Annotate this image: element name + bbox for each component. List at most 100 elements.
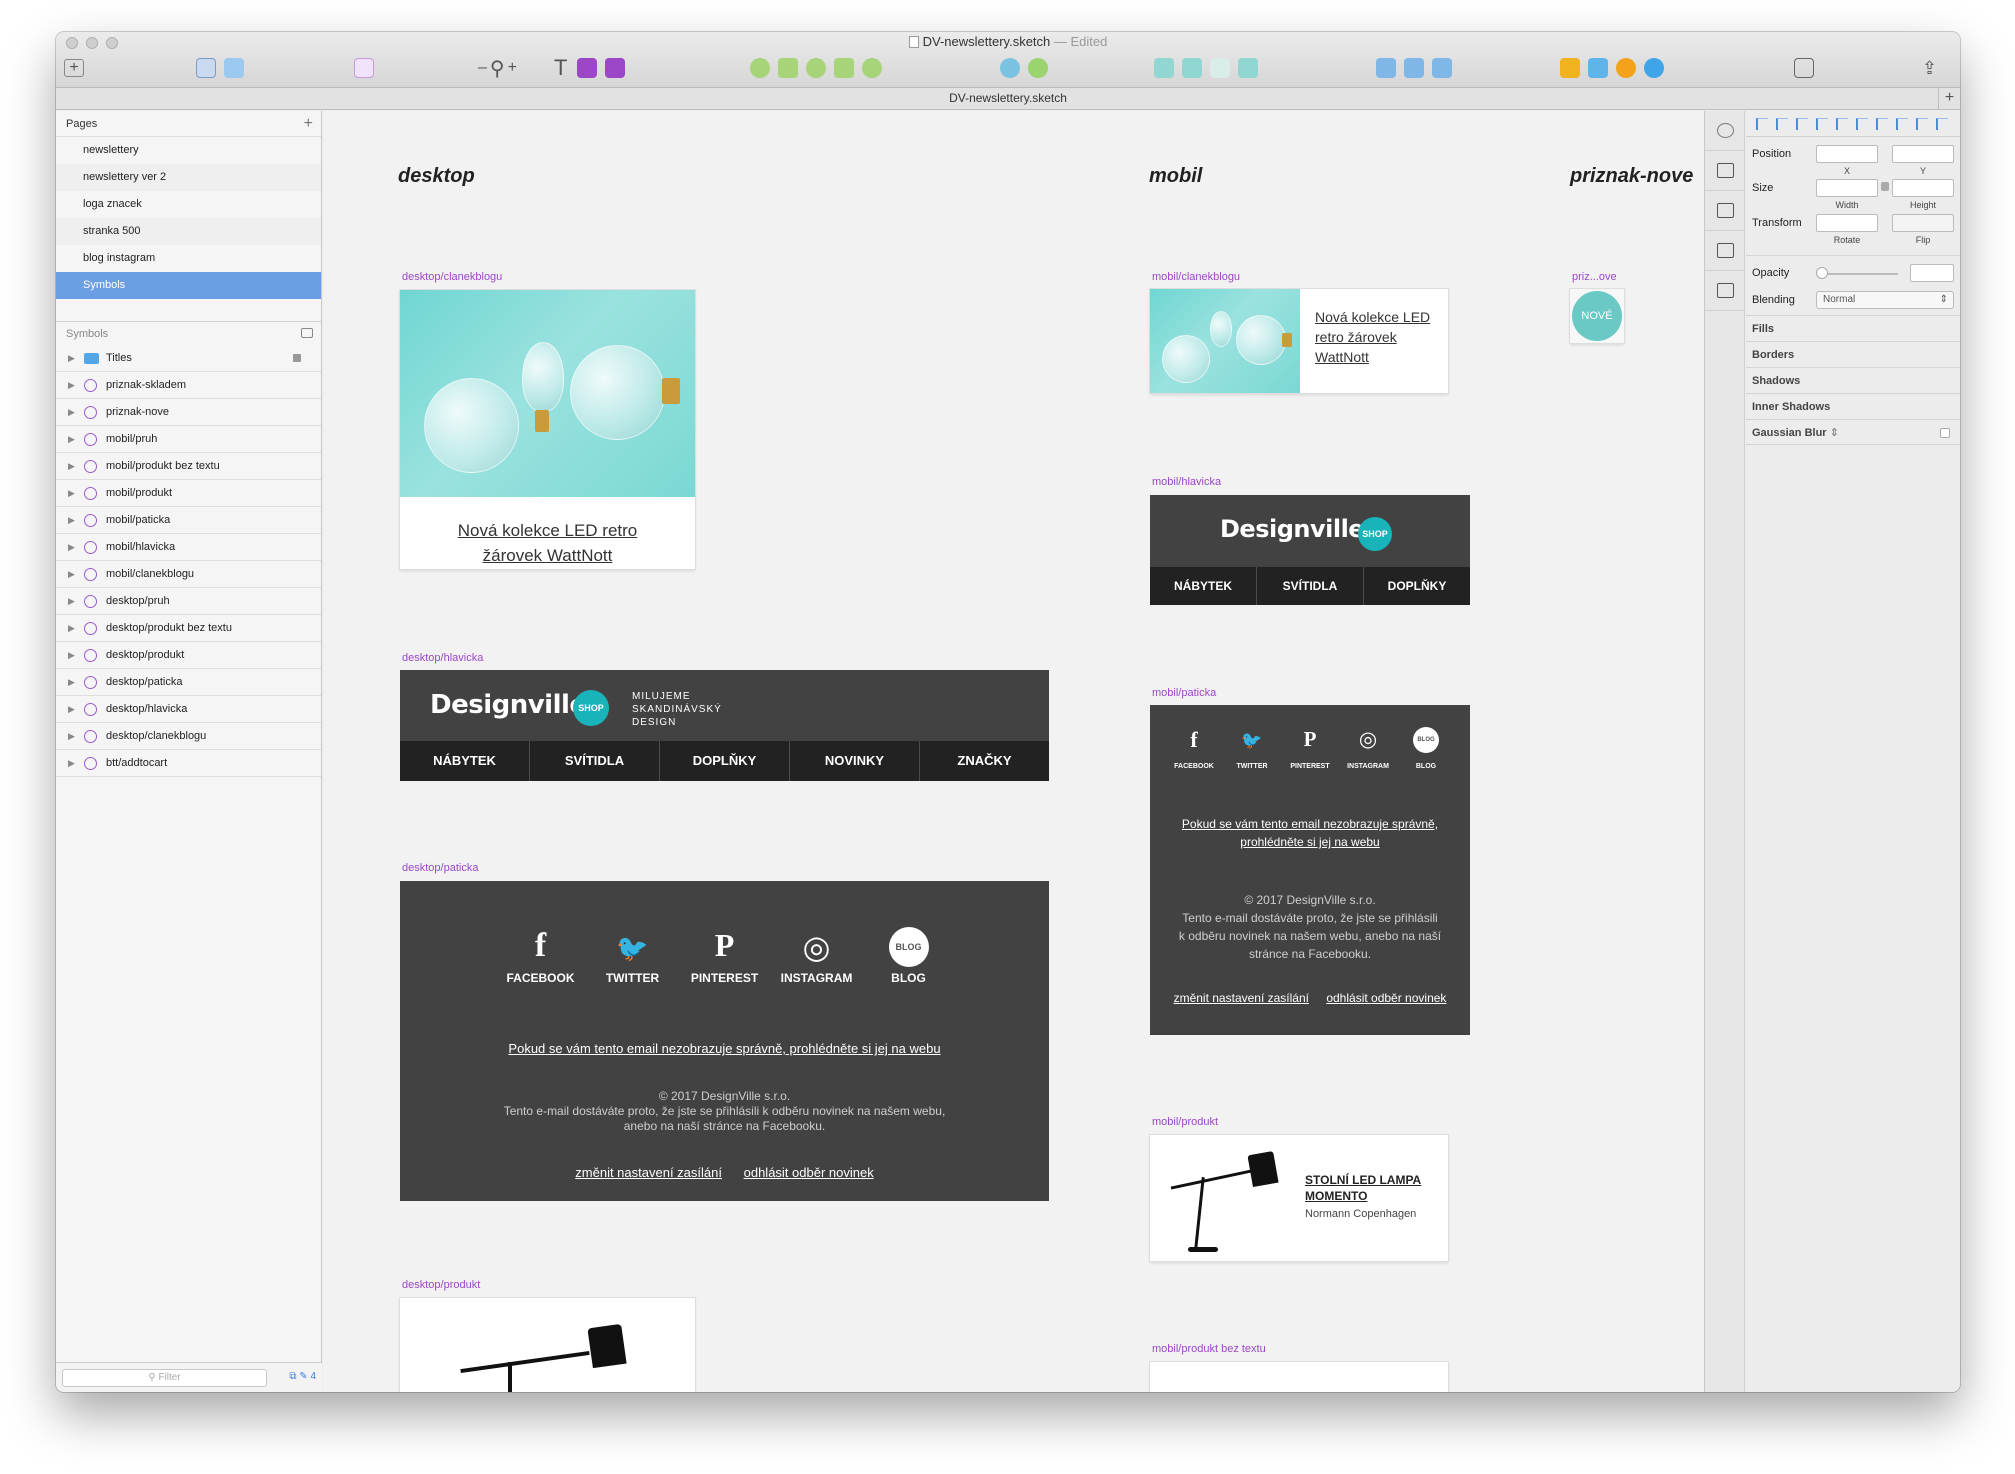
article-title[interactable]: Nová kolekce LED retro žárovek WattNott [1315,307,1439,367]
social-instagram[interactable]: ◎ INSTAGRAM [771,927,863,987]
settings-link[interactable]: změnit nastavení zasílání [575,1165,722,1180]
filter-count[interactable]: ⧉ ✎ 4 [289,1371,316,1382]
nav-item-nabytek[interactable]: NÁBYTEK [400,741,530,781]
social-pinterest[interactable]: P PINTEREST [679,927,771,987]
x-field[interactable] [1816,145,1878,163]
zoom-controls[interactable]: – ⚲ + [478,56,517,80]
social-facebook[interactable]: f FACEBOOK [495,927,587,987]
symbol-label[interactable]: mobil/paticka [1152,687,1216,699]
align-left-icon[interactable] [1756,117,1768,130]
layout-icon[interactable] [1588,58,1608,78]
opacity-knob[interactable] [1816,267,1828,279]
align-bottom-icon[interactable] [1856,117,1868,130]
mobile-blog-article-symbol[interactable]: Nová kolekce LED retro žárovek WattNott [1150,289,1448,393]
disclosure-icon[interactable]: ▶ [68,588,75,615]
mobile-footer-symbol[interactable]: f FACEBOOK 🐦 TWITTER P PINTEREST ◎ INSTAGRAM… [1150,705,1470,1035]
symbol-label[interactable]: mobil/produkt [1152,1116,1218,1128]
nav-item-doplnky[interactable]: DOPLŇKY [1364,567,1470,605]
mobile-product-no-text-symbol[interactable] [1150,1362,1448,1392]
layer-item[interactable]: ▶ priznak-nove [56,399,321,426]
mobile-product-symbol[interactable]: STOLNÍ LED LAMPA MOMENTO Normann Copenha… [1150,1135,1448,1261]
disclosure-icon[interactable]: ▶ [68,534,75,561]
blur-checkbox[interactable] [1940,428,1950,438]
unsubscribe-link[interactable]: odhlásit odběr novinek [1326,991,1446,1005]
symbol-label[interactable]: desktop/paticka [402,862,478,874]
disclosure-icon[interactable]: ▶ [68,372,75,399]
disclosure-icon[interactable]: ▶ [68,642,75,669]
disclosure-icon[interactable]: ▶ [68,426,75,453]
social-blog[interactable]: BLOG BLOG [1397,727,1455,773]
scale-icon[interactable] [1000,58,1020,78]
fills-section[interactable]: Fills [1746,315,1960,341]
badge-new-symbol[interactable]: NOVÉ [1570,289,1624,343]
layer-item[interactable]: ▶ priznak-skladem [56,372,321,399]
add-tab-button[interactable]: + [1938,88,1960,109]
forward-icon[interactable] [1376,58,1396,78]
shadows-section[interactable]: Shadows [1746,367,1960,393]
lock-icon[interactable] [293,354,301,362]
rotate-icon[interactable] [806,58,826,78]
nav-item-svitidla[interactable]: SVÍTIDLA [530,741,660,781]
align-center-icon[interactable] [1776,117,1788,130]
layer-item[interactable]: ▶ desktop/hlavicka [56,696,321,723]
rotate-field[interactable] [1816,214,1878,232]
page-item-symbols[interactable]: Symbols [56,272,321,299]
union-icon[interactable] [1154,58,1174,78]
nav-item-znacky[interactable]: ZNAČKY [920,741,1049,781]
sketch-mirror-icon[interactable] [1616,58,1636,78]
flatten-icon[interactable] [834,58,854,78]
disclosure-icon[interactable]: ▶ [68,750,75,777]
symbol-label[interactable]: desktop/hlavicka [402,652,483,664]
inspector-tool[interactable] [1705,231,1745,271]
height-field[interactable] [1892,179,1954,197]
settings-link[interactable]: změnit nastavení zasílání [1174,991,1309,1005]
page-item-newslettery[interactable]: newslettery [56,137,321,164]
social-blog[interactable]: BLOG BLOG [863,927,955,987]
distribute-h-icon[interactable] [1876,117,1888,130]
transform-icon[interactable] [778,58,798,78]
social-twitter[interactable]: 🐦 TWITTER [1223,727,1281,773]
text-style-icon[interactable] [577,58,598,78]
disclosure-icon[interactable]: ▶ [68,480,75,507]
social-facebook[interactable]: f FACEBOOK [1165,727,1223,773]
intersect-icon[interactable] [1210,58,1230,78]
social-pinterest[interactable]: P PINTEREST [1281,727,1339,773]
disclosure-icon[interactable]: ▶ [68,615,75,642]
layer-item[interactable]: ▶ desktop/paticka [56,669,321,696]
blending-select[interactable]: Normal ⇕ [1816,291,1954,309]
nav-item-svitidla[interactable]: SVÍTIDLA [1257,567,1364,605]
document-tab[interactable]: DV-newslettery.sketch + [56,88,1960,110]
desktop-product-symbol[interactable] [400,1298,695,1392]
align-top-icon[interactable] [1816,117,1828,130]
zoom-out-icon[interactable]: – [478,59,487,77]
spacing-icon[interactable] [1936,117,1948,130]
ungroup-icon[interactable] [224,58,244,78]
inner-shadows-section[interactable]: Inner Shadows [1746,393,1960,419]
mobile-header-symbol[interactable]: Designville SHOP NÁBYTEK SVÍTIDLA DOPLŇK… [1150,495,1470,605]
zoom-icon[interactable]: ⚲ [490,56,505,81]
create-symbol-icon[interactable] [354,58,374,78]
tidy-icon[interactable] [1916,117,1928,130]
chevron-updown-icon[interactable]: ⇕ [1830,427,1839,439]
layer-item[interactable]: ▶ desktop/produkt bez textu [56,615,321,642]
social-twitter[interactable]: 🐦 TWITTER [587,927,679,987]
layer-item[interactable]: ▶ mobil/pruh [56,426,321,453]
layer-item[interactable]: ▶ Titles [56,345,321,372]
symbol-label[interactable]: desktop/produkt [402,1279,480,1291]
disclosure-icon[interactable]: ▶ [68,453,75,480]
difference-icon[interactable] [1238,58,1258,78]
disclosure-icon[interactable]: ▶ [68,696,75,723]
mask-icon[interactable] [862,58,882,78]
nav-item-doplnky[interactable]: DOPLŇKY [660,741,790,781]
layer-style-icon[interactable] [605,58,626,78]
plus-icon[interactable]: + [304,111,313,137]
symbol-label[interactable]: mobil/hlavicka [1152,476,1221,488]
disclosure-icon[interactable]: ▶ [68,507,75,534]
view-on-web-link[interactable]: Pokud se vám tento email nezobrazuje spr… [400,1041,1049,1056]
pen-icon[interactable] [1028,58,1048,78]
nav-item-novinky[interactable]: NOVINKY [790,741,920,781]
disclosure-icon[interactable]: ▶ [68,561,75,588]
group-icon[interactable] [196,58,216,78]
page-item-loga-znacek[interactable]: loga znacek [56,191,321,218]
width-field[interactable] [1816,179,1878,197]
